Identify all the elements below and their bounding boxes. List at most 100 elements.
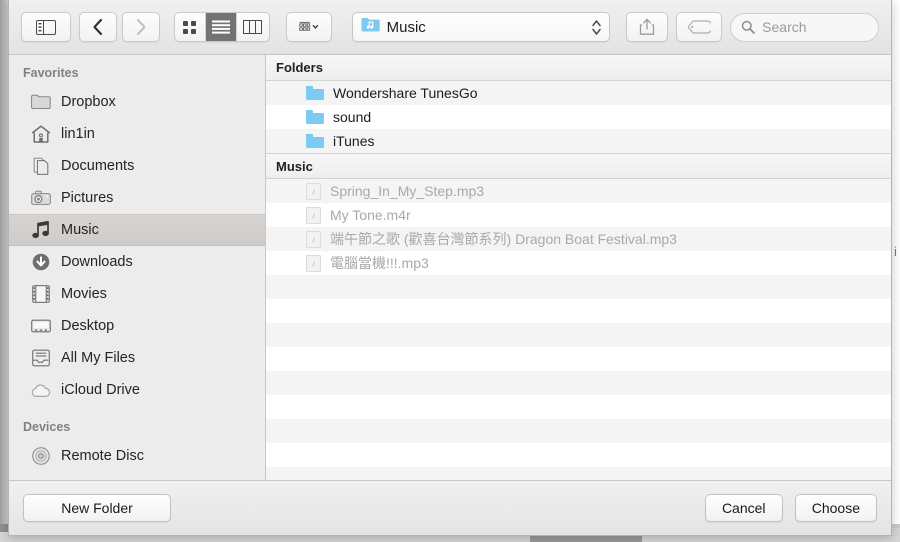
folder-icon [31, 92, 51, 112]
home-icon [31, 124, 51, 144]
all-files-icon [32, 349, 50, 367]
list-item-name: 端午節之歌 (歡喜台灣節系列) Dragon Boat Festival.mp3 [330, 231, 677, 247]
new-folder-button[interactable]: New Folder [23, 494, 171, 522]
film-icon [32, 285, 50, 303]
dialog-footer: New Folder Cancel Choose [9, 480, 891, 535]
music-folder-icon [361, 17, 380, 37]
sidebar-item-label: Music [61, 222, 99, 238]
cancel-button[interactable]: Cancel [704, 494, 783, 522]
chevron-left-icon [93, 18, 102, 36]
all-files-icon [31, 348, 51, 368]
sidebar: Favorites Dropbox lin1in Documents Pictures M… [9, 55, 266, 480]
arrange-icon [298, 21, 318, 31]
chevron-right-icon [136, 18, 146, 36]
list-item-name: Wondershare TunesGo [333, 85, 478, 101]
list-empty-row [266, 395, 891, 419]
forward-button[interactable] [121, 12, 160, 42]
list-empty-row [266, 443, 891, 467]
music-file-icon: ♪ [306, 206, 321, 224]
sidebar-item-music[interactable]: Music [9, 214, 265, 246]
stepper-icon [591, 19, 603, 36]
sidebar-section-header-devices: Devices [23, 420, 71, 434]
list-item-name: My Tone.m4r [330, 207, 411, 223]
window-left-edge [0, 0, 8, 542]
share-icon [639, 18, 654, 35]
music-file-icon: ♪ [306, 254, 321, 272]
list-item[interactable]: sound [266, 105, 891, 129]
view-mode-segmented-control [173, 12, 270, 42]
search-placeholder: Search [762, 19, 807, 35]
sidebar-item-label: Movies [61, 286, 107, 302]
list-empty-row [266, 347, 891, 371]
music-note-icon [31, 220, 51, 240]
sidebar-item-downloads[interactable]: Downloads [9, 246, 265, 278]
list-item[interactable]: iTunes [266, 129, 891, 153]
list-empty-row [266, 371, 891, 395]
camera-icon [31, 190, 51, 205]
sidebar-icon [35, 19, 56, 35]
sidebar-item-label: lin1in [61, 126, 95, 142]
sidebar-item-lin1in[interactable]: lin1in [9, 118, 265, 150]
view-column-button[interactable] [237, 13, 268, 41]
path-popup-button[interactable]: Music [351, 12, 610, 42]
search-input[interactable]: Search [730, 12, 879, 42]
path-label: Music [386, 18, 426, 36]
desktop-icon [31, 316, 51, 336]
sidebar-item-label: Downloads [61, 254, 133, 270]
list-item-name: Spring_In_My_Step.mp3 [330, 183, 485, 199]
sidebar-item-label: Pictures [61, 190, 114, 206]
sidebar-item-label: Desktop [61, 318, 115, 334]
file-chooser-dialog: Music Search Favorites Dropbox lin1in Do… [8, 0, 892, 536]
folder-icon [306, 86, 324, 100]
list-group-header-music: Music [266, 153, 891, 179]
list-item: ♪ 端午節之歌 (歡喜台灣節系列) Dragon Boat Festival.mp… [266, 227, 891, 251]
cloud-icon [31, 380, 51, 400]
music-file-icon: ♪ [306, 230, 321, 248]
cloud-icon [31, 383, 51, 397]
file-list-pane: Folders Wondershare TunesGo sound iTunes Mus… [266, 55, 891, 480]
search-icon [741, 20, 756, 34]
list-empty-rows [266, 275, 891, 480]
list-item-name: iTunes [333, 133, 375, 149]
sidebar-item-pictures[interactable]: Pictures [9, 182, 265, 214]
folder-icon [306, 134, 324, 148]
camera-icon [31, 188, 51, 208]
footer-action-buttons: Cancel Choose [704, 494, 877, 522]
tag-button[interactable] [676, 12, 723, 42]
home-icon [31, 125, 51, 143]
list-item-name: 電腦當機!!!.mp3 [330, 255, 429, 271]
back-button[interactable] [78, 12, 117, 42]
arrange-button[interactable] [285, 12, 332, 42]
sidebar-item-movies[interactable]: Movies [9, 278, 265, 310]
music-note-icon [32, 221, 49, 238]
dialog-body: Favorites Dropbox lin1in Documents Pictures M… [9, 55, 891, 480]
sidebar-item-remote-disc[interactable]: Remote Disc [9, 440, 265, 472]
music-file-icon: ♪ [306, 182, 321, 200]
sidebar-item-desktop[interactable]: Desktop [9, 310, 265, 342]
sidebar-item-documents[interactable]: Documents [9, 150, 265, 182]
view-icon-button[interactable] [175, 13, 207, 41]
list-empty-row [266, 419, 891, 443]
list-item: ♪ My Tone.m4r [266, 203, 891, 227]
disc-icon [32, 447, 50, 465]
list-item[interactable]: Wondershare TunesGo [266, 81, 891, 105]
share-button[interactable] [625, 12, 669, 42]
download-icon [31, 252, 51, 272]
sidebar-item-icloud-drive[interactable]: iCloud Drive [9, 374, 265, 406]
sidebar-item-dropbox[interactable]: Dropbox [9, 86, 265, 118]
folder-icon [31, 94, 51, 109]
documents-icon [33, 157, 49, 175]
view-list-button[interactable] [206, 13, 238, 41]
list-empty-row [266, 467, 891, 480]
sidebar-item-label: Dropbox [61, 94, 116, 110]
tag-icon [688, 20, 712, 34]
sidebar-item-label: iCloud Drive [61, 382, 140, 398]
list-group-header-folders: Folders [266, 55, 891, 81]
choose-button[interactable]: Choose [794, 494, 877, 522]
sidebar-toggle-button[interactable] [21, 12, 71, 42]
list-item: ♪ Spring_In_My_Step.mp3 [266, 179, 891, 203]
toolbar: Music Search [9, 0, 891, 55]
list-empty-row [266, 275, 891, 299]
sidebar-item-all-my-files[interactable]: All My Files [9, 342, 265, 374]
list-empty-row [266, 299, 891, 323]
